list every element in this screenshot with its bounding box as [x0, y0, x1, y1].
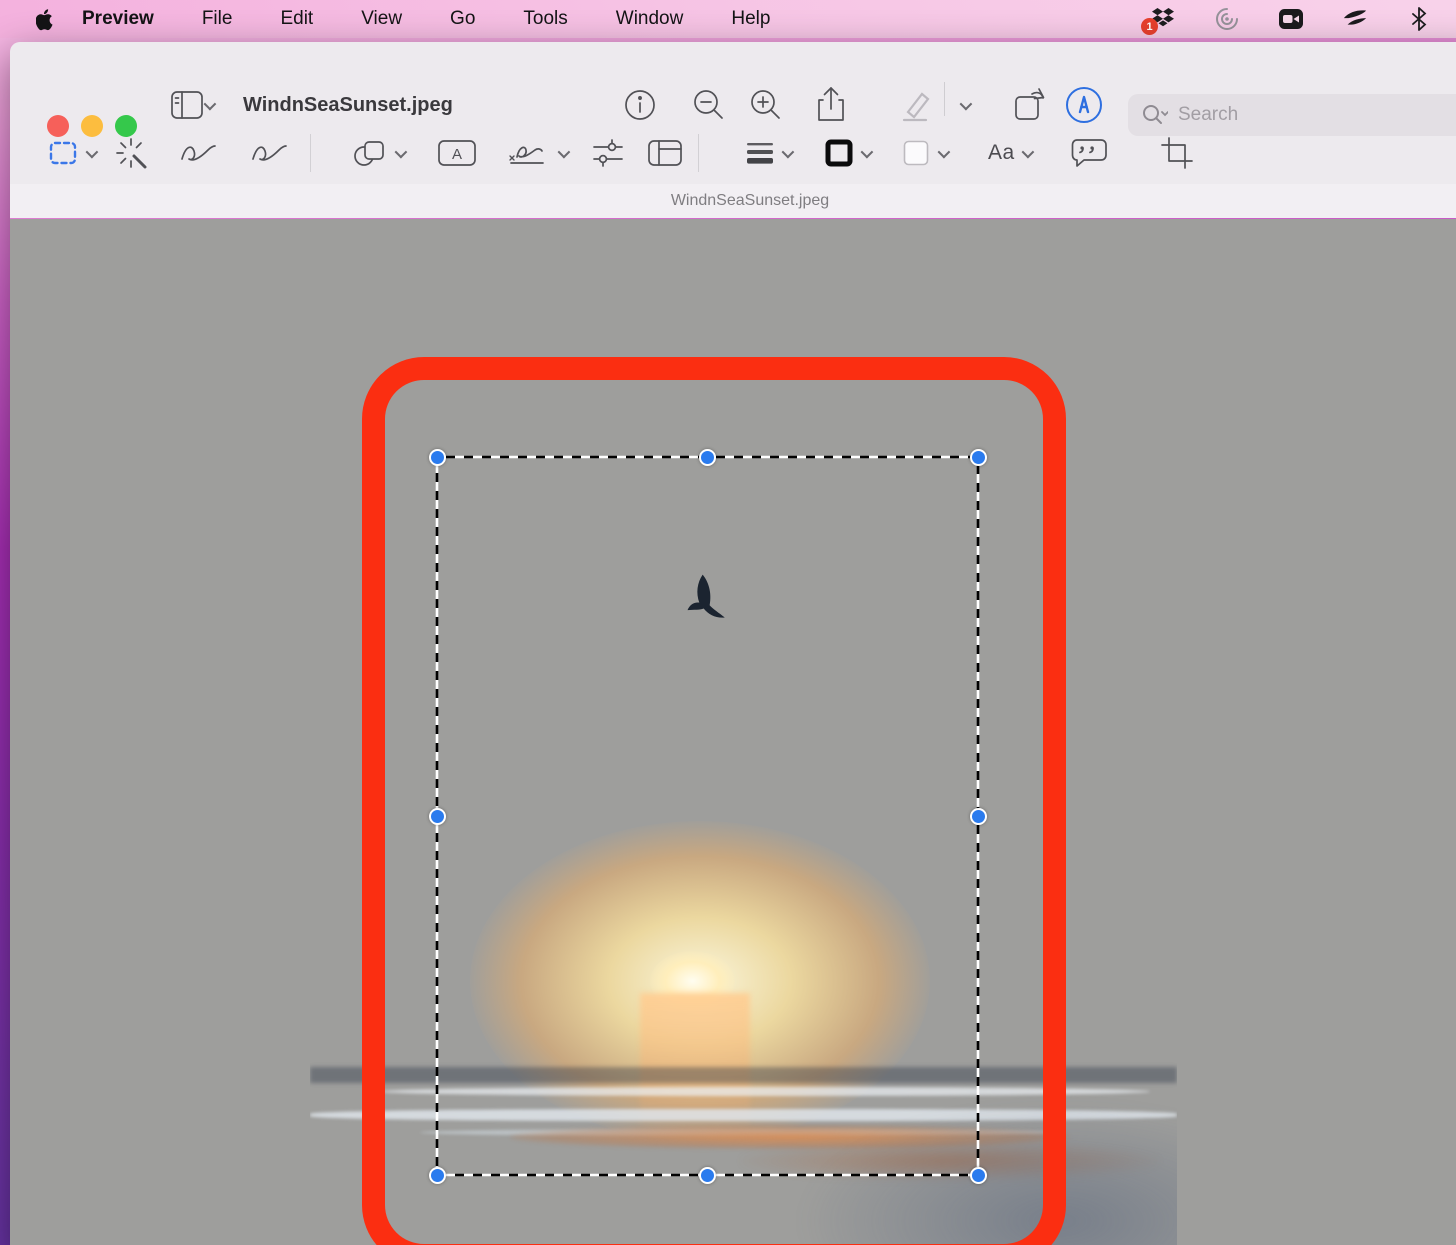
- selection-handle-bottom-center[interactable]: [699, 1167, 716, 1184]
- filename-bar: WindnSeaSunset.jpeg: [10, 184, 1456, 218]
- window-title: WindnSeaSunset.jpeg: [243, 94, 453, 117]
- border-color-button[interactable]: [824, 130, 870, 176]
- fill-color-button[interactable]: [901, 130, 947, 176]
- selection-handle-top-left[interactable]: [429, 449, 446, 466]
- chevron-down-icon: [938, 145, 951, 158]
- menu-item-preview[interactable]: Preview: [56, 0, 178, 38]
- menu-item-edit[interactable]: Edit: [256, 0, 337, 38]
- screen: Preview File Edit View Go Tools Window H…: [0, 0, 1456, 1245]
- selection-handle-top-right[interactable]: [970, 449, 987, 466]
- chevron-down-icon: [204, 97, 217, 110]
- selection-tool-button[interactable]: [47, 130, 95, 176]
- menu-item-window[interactable]: Window: [592, 0, 708, 38]
- toolbar-separator: [944, 82, 945, 116]
- chevron-down-icon: [782, 145, 795, 158]
- preview-window: WindnSeaSunset.jpeg: [10, 42, 1456, 1245]
- filename-label: WindnSeaSunset.jpeg: [671, 192, 829, 210]
- selection-handle-middle-right[interactable]: [970, 808, 987, 825]
- text-tool-letter: A: [452, 146, 462, 163]
- shape-style-button[interactable]: [745, 130, 791, 176]
- adjust-color-button[interactable]: [590, 130, 626, 176]
- draw-tool-button[interactable]: [249, 130, 289, 176]
- video-app-icon[interactable]: [1278, 6, 1304, 32]
- instant-alpha-button[interactable]: [114, 130, 148, 176]
- bluetooth-icon[interactable]: [1406, 6, 1432, 32]
- dropbox-badge: 1: [1141, 18, 1158, 35]
- chevron-down-icon: [395, 145, 408, 158]
- text-style-label: Aa: [988, 141, 1015, 165]
- annotate-button[interactable]: [1070, 130, 1108, 176]
- text-style-button[interactable]: Aa: [988, 130, 1031, 176]
- apple-menu-icon[interactable]: [34, 6, 56, 32]
- window-chrome: WindnSeaSunset.jpeg: [10, 42, 1456, 218]
- chevron-down-icon: [1021, 145, 1034, 158]
- selection-marquee[interactable]: [435, 455, 980, 1177]
- shapes-tool-button[interactable]: [352, 130, 404, 176]
- menu-item-go[interactable]: Go: [426, 0, 499, 38]
- dropbox-icon[interactable]: 1: [1150, 6, 1176, 32]
- chevron-down-icon: [86, 145, 99, 158]
- toolbar-separator: [698, 134, 699, 172]
- photo-canvas[interactable]: [310, 261, 1177, 1245]
- menu-item-file[interactable]: File: [178, 0, 257, 38]
- document-area: [10, 219, 1456, 1245]
- crop-button[interactable]: [1160, 130, 1194, 176]
- menu-item-view[interactable]: View: [337, 0, 426, 38]
- feather-icon[interactable]: [1342, 6, 1368, 32]
- selection-handle-middle-left[interactable]: [429, 808, 446, 825]
- chevron-down-icon: [861, 145, 874, 158]
- sketch-tool-button[interactable]: [178, 130, 218, 176]
- toolbar-separator: [310, 134, 311, 172]
- sign-tool-button[interactable]: [507, 130, 567, 176]
- text-tool-button[interactable]: A: [437, 130, 477, 176]
- image-frame-button[interactable]: [646, 130, 684, 176]
- selection-handle-bottom-right[interactable]: [970, 1167, 987, 1184]
- spiral-icon[interactable]: [1214, 6, 1240, 32]
- markup-toolbar: A: [10, 122, 1456, 184]
- menu-bar: Preview File Edit View Go Tools Window H…: [0, 0, 1456, 38]
- selection-handle-top-center[interactable]: [699, 449, 716, 466]
- selection-handle-bottom-left[interactable]: [429, 1167, 446, 1184]
- menu-item-tools[interactable]: Tools: [499, 0, 591, 38]
- menu-item-help[interactable]: Help: [707, 0, 794, 38]
- title-bar: WindnSeaSunset.jpeg: [10, 42, 1456, 122]
- chevron-down-icon: [558, 145, 571, 158]
